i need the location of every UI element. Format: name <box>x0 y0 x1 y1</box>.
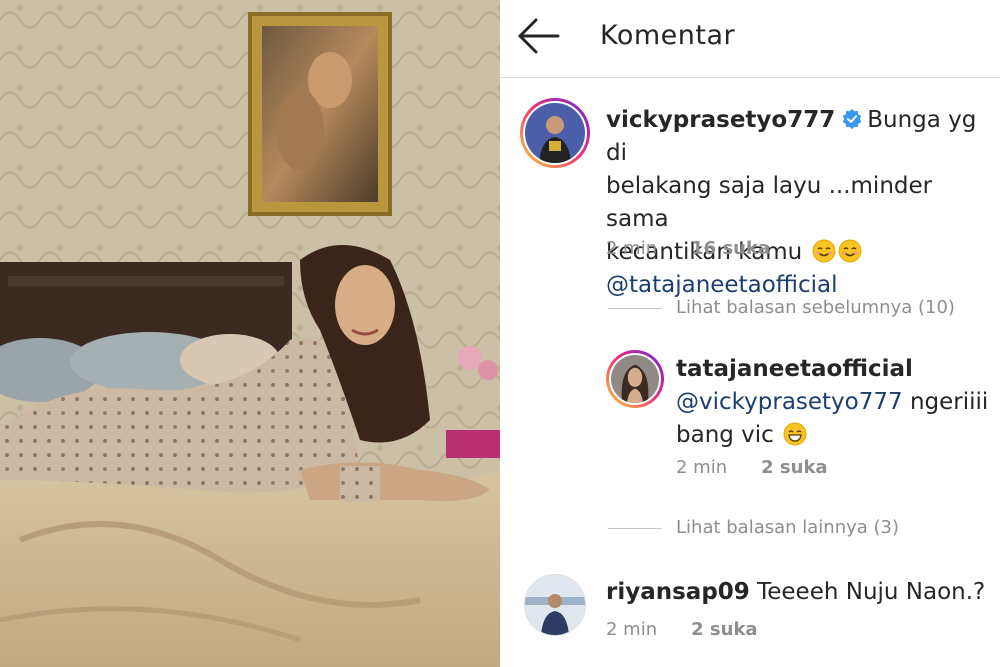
page-title: Komentar <box>600 20 736 51</box>
reply-body-1: ngeriiii <box>909 389 989 415</box>
view-previous-replies[interactable]: Lihat balasan sebelumnya (10) <box>608 297 955 318</box>
verified-badge-icon <box>843 108 862 130</box>
reply-text: tatajaneetaofficial @vickyprasetyo777 ng… <box>676 353 991 452</box>
comment-username[interactable]: vickyprasetyo777 <box>606 107 835 133</box>
avatar-image <box>611 355 659 403</box>
comment-likes[interactable]: 16 suka <box>691 238 770 259</box>
comment-text: riyansap09 Teeeeh Nuju Naon.? <box>606 576 991 609</box>
comment-likes[interactable]: 2 suka <box>691 619 757 640</box>
reply-item: tatajaneetaofficial @vickyprasetyo777 ng… <box>500 345 1000 495</box>
avatar-image <box>525 103 585 163</box>
comment-time: 2 min <box>606 238 658 259</box>
grinning-face-icon <box>783 422 807 446</box>
arrow-left-icon <box>518 18 560 54</box>
divider-line <box>608 527 662 529</box>
mention-link[interactable]: @vickyprasetyo777 <box>676 389 903 415</box>
back-button[interactable] <box>516 16 562 56</box>
reply-meta: 2 min 2 suka <box>676 457 828 478</box>
post-photo <box>0 0 500 667</box>
comment-time: 2 min <box>606 619 658 640</box>
reply-body-2: bang vic <box>676 422 774 448</box>
comment-body-2: belakang saja layu ...minder sama <box>606 173 933 232</box>
reply-time: 2 min <box>676 457 728 478</box>
reply-username[interactable]: tatajaneetaofficial <box>676 356 913 382</box>
post-photo-image <box>0 0 500 667</box>
avatar[interactable] <box>520 98 590 168</box>
comments-header: Komentar <box>500 0 1000 78</box>
comment-item: vickyprasetyo777 Bunga yg di belakang saj… <box>500 90 1000 298</box>
comment-meta: 2 min 16 suka <box>606 238 770 259</box>
avatar-image <box>525 575 585 635</box>
comment-item: riyansap09 Teeeeh Nuju Naon.? 2 min 2 suk… <box>500 572 1000 667</box>
view-more-replies[interactable]: Lihat balasan lainnya (3) <box>608 517 899 538</box>
avatar[interactable] <box>606 350 664 408</box>
comment-body: Teeeeh Nuju Naon.? <box>757 579 986 605</box>
comment-username[interactable]: riyansap09 <box>606 579 750 605</box>
divider-line <box>608 307 662 309</box>
mention-link[interactable]: @tatajaneetaofficial <box>606 272 838 298</box>
comment-text: vickyprasetyo777 Bunga yg di belakang saj… <box>606 104 991 302</box>
reply-likes[interactable]: 2 suka <box>761 457 827 478</box>
avatar[interactable] <box>524 574 586 636</box>
view-more-replies-label: Lihat balasan lainnya (3) <box>676 517 900 538</box>
comment-meta: 2 min 2 suka <box>606 619 758 640</box>
smiling-face-icon <box>838 239 862 263</box>
smiling-face-icon <box>812 239 836 263</box>
comments-panel: Komentar vickyprasetyo777 Bunga yg di bel… <box>500 0 1000 667</box>
view-previous-replies-label: Lihat balasan sebelumnya (10) <box>676 297 955 318</box>
